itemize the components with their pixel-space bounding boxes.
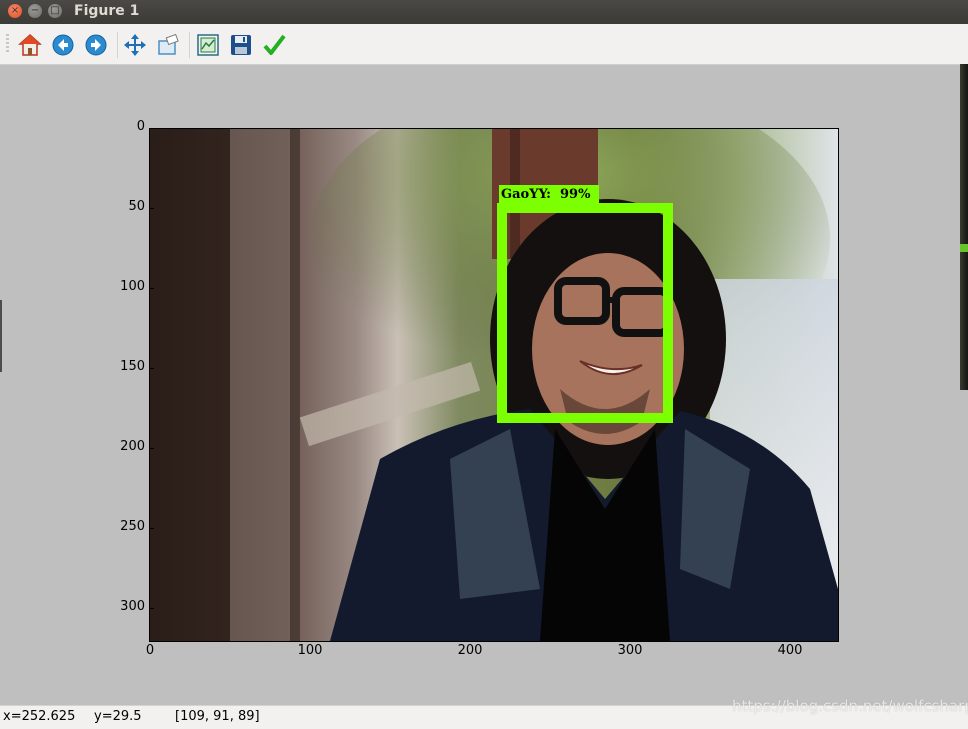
back-button[interactable] <box>50 32 76 58</box>
edit-parameters-button[interactable] <box>261 32 287 58</box>
minimize-window-button[interactable]: − <box>28 4 42 18</box>
y-tick-mark <box>149 208 154 209</box>
background-window-edge <box>0 300 2 372</box>
close-window-button[interactable]: × <box>8 4 22 18</box>
maximize-window-button[interactable]: □ <box>48 4 62 18</box>
pixel-value-readout: [109, 91, 89] <box>175 709 260 724</box>
home-icon <box>18 33 42 56</box>
figure-window: × − □ Figure 1 0 50 100 150 200 250 300 … <box>0 0 968 729</box>
x-tick-label: 300 <box>617 643 643 658</box>
y-tick-mark <box>149 608 154 609</box>
detection-label: GaoYY: 99% <box>501 187 591 202</box>
y-tick-label: 100 <box>120 279 145 294</box>
x-tick-label: 0 <box>145 643 155 658</box>
navigation-toolbar <box>0 24 968 65</box>
y-tick-mark <box>149 128 154 129</box>
toolbar-separator <box>117 32 118 58</box>
zoom-button[interactable] <box>155 32 181 58</box>
y-tick-mark <box>149 448 154 449</box>
y-tick-label: 200 <box>120 439 145 454</box>
detection-box <box>497 203 673 423</box>
move-icon <box>124 34 146 56</box>
checkmark-icon <box>263 34 286 55</box>
zoom-rect-icon <box>158 33 179 55</box>
watermark-text: https://blog.csdn.net/wolfcsharp <box>732 697 968 715</box>
cursor-y-readout: y=29.5 <box>94 709 142 724</box>
forward-button[interactable] <box>83 32 109 58</box>
y-tick-label: 50 <box>128 199 145 214</box>
figure-canvas[interactable]: 0 50 100 150 200 250 300 0 100 200 300 4… <box>0 65 968 705</box>
home-button[interactable] <box>17 32 43 58</box>
background-window-edge <box>960 64 968 390</box>
y-tick-label: 300 <box>120 599 145 614</box>
subplots-button[interactable] <box>195 32 221 58</box>
pan-button[interactable] <box>122 32 148 58</box>
y-tick-mark <box>149 368 154 369</box>
toolbar-grip[interactable] <box>6 34 9 54</box>
photo-image <box>150 129 838 641</box>
image-axes[interactable]: GaoYY: 99% <box>149 128 839 642</box>
subplots-icon <box>197 34 219 56</box>
y-tick-mark <box>149 288 154 289</box>
cursor-x-readout: x=252.625 <box>3 709 76 724</box>
x-tick-label: 100 <box>297 643 323 658</box>
save-icon <box>231 35 251 55</box>
y-tick-label: 250 <box>120 519 145 534</box>
x-tick-label: 400 <box>777 643 803 658</box>
arrow-right-icon <box>85 34 107 56</box>
y-tick-label: 0 <box>136 119 145 134</box>
y-tick-mark <box>149 528 154 529</box>
arrow-left-icon <box>52 34 74 56</box>
x-tick-label: 200 <box>457 643 483 658</box>
y-tick-label: 150 <box>120 359 145 374</box>
toolbar-separator <box>189 32 190 58</box>
save-button[interactable] <box>228 32 254 58</box>
window-title: Figure 1 <box>74 3 140 19</box>
title-bar: × − □ Figure 1 <box>0 0 968 24</box>
